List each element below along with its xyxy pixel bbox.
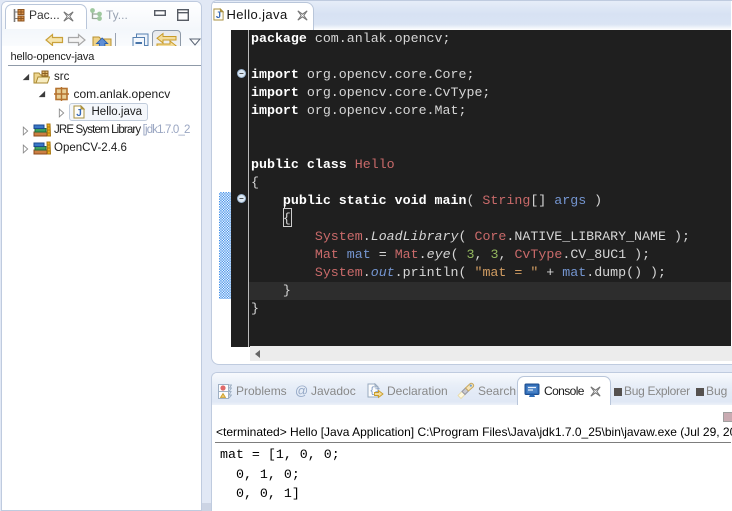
svg-text:J: J <box>216 10 221 20</box>
svg-text:J: J <box>76 108 82 119</box>
